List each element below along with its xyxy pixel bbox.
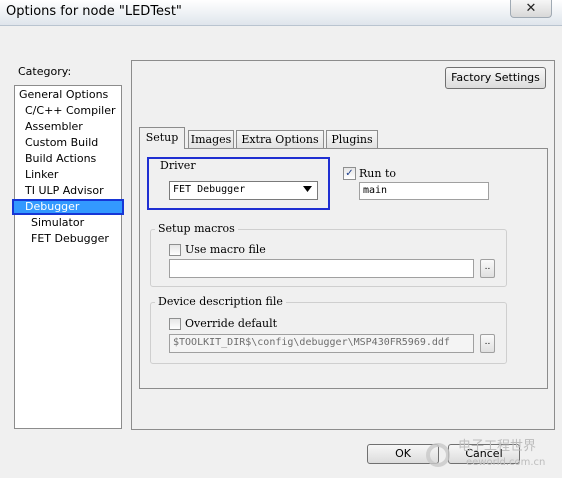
driver-select[interactable]: FET Debugger: [169, 181, 318, 200]
category-item-build-actions[interactable]: Build Actions: [25, 152, 96, 166]
override-default-label: Override default: [185, 317, 278, 330]
setup-macros-group: [150, 229, 507, 287]
device-description-browse-button[interactable]: ..: [480, 334, 495, 353]
macro-file-browse-button[interactable]: ..: [480, 259, 495, 278]
category-item-assembler[interactable]: Assembler: [25, 120, 83, 134]
category-item-fet-debugger[interactable]: FET Debugger: [31, 232, 109, 246]
category-item-c-compiler[interactable]: C/C++ Compiler: [25, 104, 116, 118]
title-bar: Options for node "LEDTest" ✕: [0, 0, 562, 26]
macro-file-input[interactable]: [169, 259, 474, 278]
device-description-label: Device description file: [155, 295, 286, 308]
tab-images[interactable]: Images: [188, 130, 234, 148]
device-description-value: $TOOLKIT_DIR$\config\debugger\MSP430FR59…: [173, 337, 450, 348]
close-button[interactable]: ✕: [510, 0, 552, 18]
use-macro-file-label: Use macro file: [185, 243, 266, 256]
run-to-value: main: [363, 185, 388, 196]
tab-plugins[interactable]: Plugins: [326, 130, 378, 148]
watermark-line1: 电子工程世界: [458, 439, 536, 454]
category-item-debugger[interactable]: Debugger: [25, 200, 79, 214]
chevron-down-icon[interactable]: [303, 185, 312, 195]
device-description-input[interactable]: $TOOLKIT_DIR$\config\debugger\MSP430FR59…: [169, 334, 474, 353]
category-item-custom-build[interactable]: Custom Build: [25, 136, 98, 150]
driver-label: Driver: [157, 159, 199, 172]
tab-setup[interactable]: Setup: [139, 127, 185, 149]
factory-settings-button[interactable]: Factory Settings: [445, 67, 546, 89]
category-item-ti-ulp-advisor[interactable]: TI ULP Advisor: [25, 184, 104, 198]
run-to-label: Run to: [359, 167, 396, 180]
category-item-general-options[interactable]: General Options: [19, 88, 108, 102]
close-icon: ✕: [525, 1, 537, 16]
category-item-simulator[interactable]: Simulator: [31, 216, 84, 230]
driver-select-value: FET Debugger: [173, 184, 246, 195]
run-to-checkbox[interactable]: ✓: [343, 167, 356, 180]
device-description-group: [150, 302, 507, 364]
category-label: Category:: [18, 65, 72, 78]
use-macro-file-checkbox[interactable]: [169, 244, 181, 256]
run-to-input[interactable]: main: [359, 182, 489, 200]
override-default-checkbox[interactable]: [169, 318, 181, 330]
watermark-line2: eeworld.com.cn: [466, 457, 545, 468]
setup-macros-label: Setup macros: [155, 222, 238, 235]
category-item-linker[interactable]: Linker: [25, 168, 58, 182]
watermark-logo: 电子工程世界 eeworld.com.cn: [426, 433, 562, 475]
tab-extra-options[interactable]: Extra Options: [236, 130, 324, 148]
window-title: Options for node "LEDTest": [6, 4, 182, 19]
